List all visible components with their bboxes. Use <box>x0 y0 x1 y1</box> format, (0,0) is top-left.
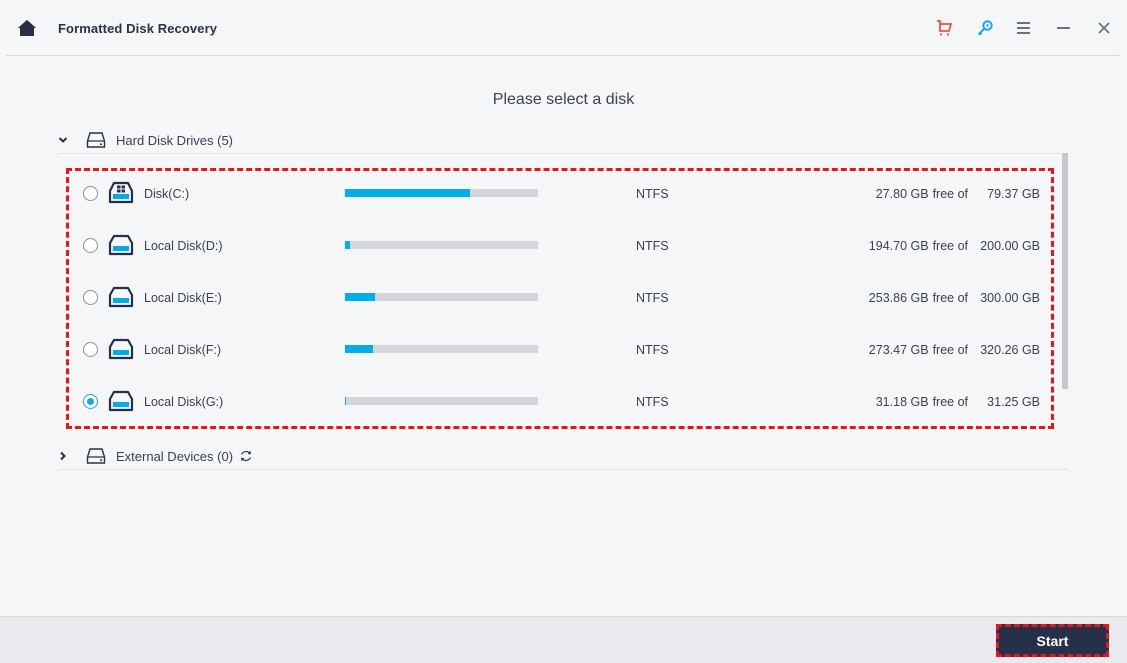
filesystem: NTFS <box>636 187 669 201</box>
disk-space: 273.47 GB free of 320.26 GB <box>869 343 1040 357</box>
total-space: 79.37 GB <box>987 187 1040 201</box>
chevron-down-icon[interactable] <box>58 135 68 145</box>
disk-space: 194.70 GB free of 200.00 GB <box>869 239 1040 253</box>
disk-space: 27.80 GB free of 79.37 GB <box>876 187 1040 201</box>
menu-icon[interactable] <box>1014 18 1034 38</box>
free-space: 253.86 GB <box>868 291 929 305</box>
disk-icon <box>108 389 134 413</box>
app-title: Formatted Disk Recovery <box>58 21 218 36</box>
list-scrollbar[interactable] <box>1062 153 1068 389</box>
close-icon[interactable] <box>1094 18 1114 38</box>
disk-row[interactable]: Local Disk(D:) NTFS 194.70 GB free of 200.00… <box>69 227 1051 279</box>
key-icon[interactable] <box>975 18 995 38</box>
free-of-label: free of <box>932 239 968 253</box>
disk-row[interactable]: Local Disk(F:) NTFS 273.47 GB free of 320.26… <box>69 331 1051 383</box>
group-divider <box>58 153 1068 154</box>
windows-disk-icon <box>108 181 134 205</box>
usage-bar <box>345 397 538 405</box>
free-of-label: free of <box>932 187 968 201</box>
disk-icon <box>108 233 134 257</box>
usage-fill <box>345 189 471 197</box>
group-label: External Devices (0) <box>116 448 234 464</box>
minimize-icon[interactable] <box>1054 18 1074 38</box>
group-hard-disk-drives[interactable]: Hard Disk Drives (5) <box>58 125 1068 155</box>
filesystem: NTFS <box>636 239 669 253</box>
free-space: 31.18 GB <box>875 395 929 409</box>
cart-icon[interactable] <box>934 18 954 38</box>
disk-radio[interactable] <box>83 342 98 357</box>
disk-name: Local Disk(D:) <box>144 239 223 253</box>
total-space: 300.00 GB <box>980 291 1040 305</box>
chevron-right-icon[interactable] <box>58 451 68 461</box>
free-of-label: free of <box>932 343 968 357</box>
disk-icon <box>108 285 134 309</box>
disk-icon <box>108 337 134 361</box>
start-button[interactable]: Start <box>996 624 1109 657</box>
free-of-label: free of <box>932 395 968 409</box>
total-space: 320.26 GB <box>980 343 1040 357</box>
home-icon[interactable] <box>17 19 37 37</box>
disk-radio[interactable] <box>83 394 98 409</box>
disk-name: Local Disk(F:) <box>144 343 222 357</box>
usage-bar <box>345 345 538 353</box>
usage-bar <box>345 293 538 301</box>
group-external-devices[interactable]: External Devices (0) <box>58 441 1068 471</box>
free-of-label: free of <box>932 291 968 305</box>
free-space: 273.47 GB <box>868 343 929 357</box>
external-drive-icon <box>86 447 106 465</box>
disk-list: Disk(C:) NTFS 27.80 GB free of 79.37 GB Local… <box>66 168 1054 429</box>
group-divider <box>58 469 1068 470</box>
total-space: 200.00 GB <box>980 239 1040 253</box>
disk-radio[interactable] <box>83 186 98 201</box>
page-heading: Please select a disk <box>492 91 635 108</box>
free-space: 194.70 GB <box>868 239 929 253</box>
disk-row[interactable]: Disk(C:) NTFS 27.80 GB free of 79.37 GB <box>69 175 1051 227</box>
free-space: 27.80 GB <box>875 187 929 201</box>
disk-row[interactable]: Local Disk(G:) NTFS 31.18 GB free of 31.25 G… <box>69 383 1051 435</box>
refresh-icon[interactable] <box>239 449 253 463</box>
usage-fill <box>345 241 351 249</box>
filesystem: NTFS <box>636 395 669 409</box>
filesystem: NTFS <box>636 343 669 357</box>
filesystem: NTFS <box>636 291 669 305</box>
disk-radio[interactable] <box>83 290 98 305</box>
usage-fill <box>345 345 374 353</box>
disk-row[interactable]: Local Disk(E:) NTFS 253.86 GB free of 300.00… <box>69 279 1051 331</box>
usage-fill <box>345 293 375 301</box>
usage-bar <box>345 189 538 197</box>
total-space: 31.25 GB <box>987 395 1040 409</box>
disk-space: 253.86 GB free of 300.00 GB <box>869 291 1040 305</box>
title-bar: Formatted Disk Recovery <box>0 0 1127 56</box>
usage-bar <box>345 241 538 249</box>
title-divider <box>6 55 1119 56</box>
hard-drive-icon <box>86 131 106 149</box>
disk-radio[interactable] <box>83 238 98 253</box>
disk-name: Local Disk(G:) <box>144 395 224 409</box>
group-label: Hard Disk Drives (5) <box>116 132 234 148</box>
disk-name: Disk(C:) <box>144 187 190 201</box>
footer-bar <box>0 616 1127 663</box>
disk-name: Local Disk(E:) <box>144 291 222 305</box>
disk-space: 31.18 GB free of 31.25 GB <box>876 395 1040 409</box>
